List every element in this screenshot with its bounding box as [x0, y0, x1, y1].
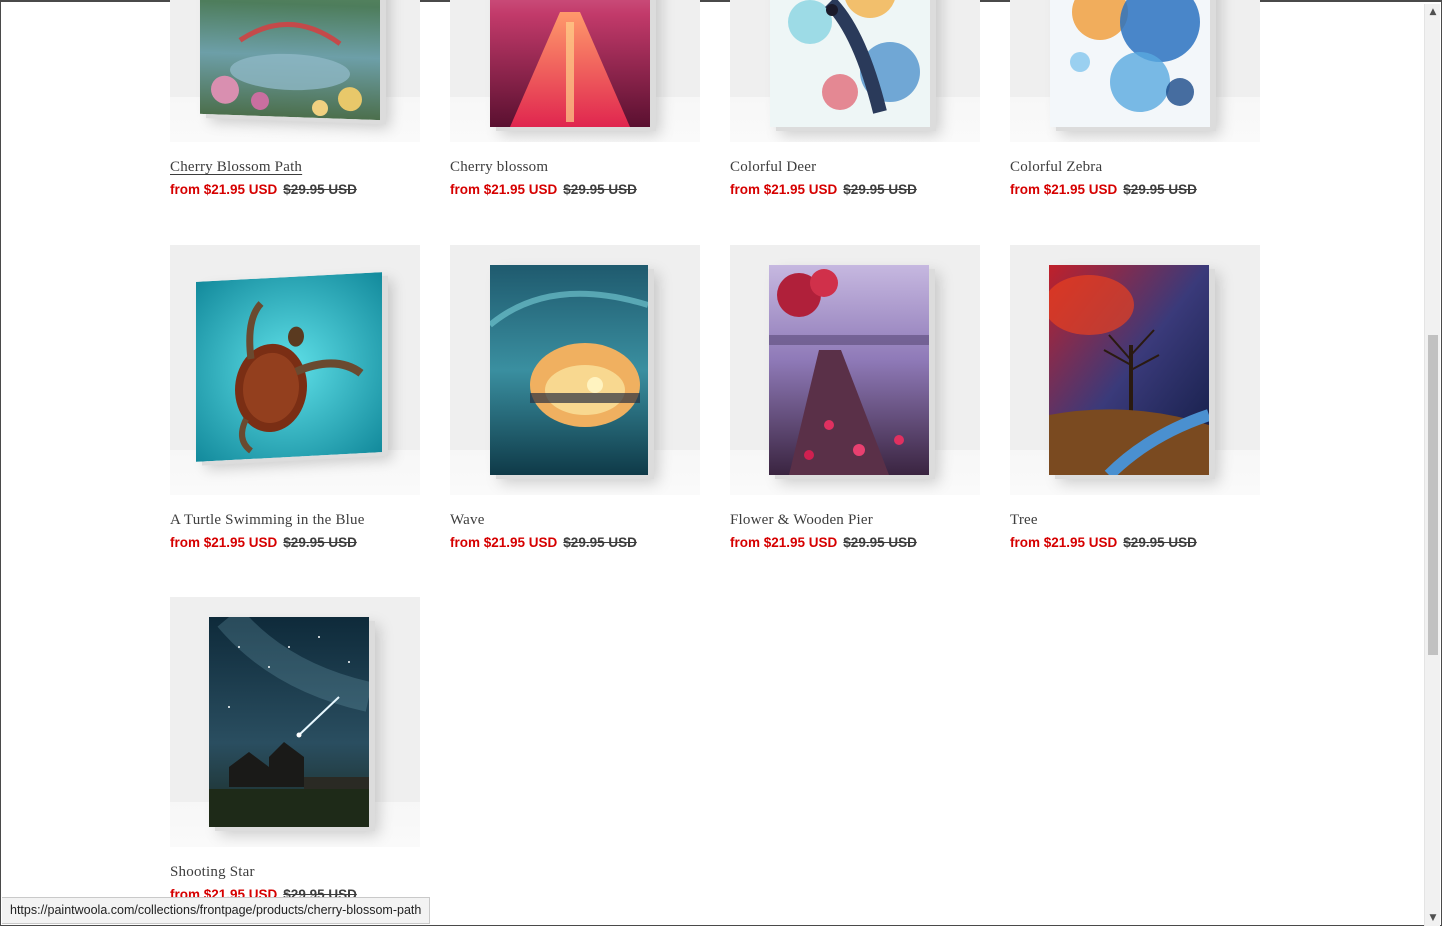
product-card[interactable]: Shooting Star from $21.95 USD $29.95 USD — [170, 597, 420, 902]
product-title[interactable]: Tree — [1010, 512, 1038, 529]
link-status-bar: https://paintwoola.com/collections/front… — [2, 897, 431, 924]
product-image[interactable] — [170, 245, 420, 495]
sale-price: from $21.95 USD — [450, 535, 558, 550]
scroll-down-arrow-icon[interactable]: ▼ — [1425, 910, 1441, 926]
product-card[interactable]: Colorful Zebra from $21.95 USD $29.95 USD — [1010, 0, 1260, 197]
painting-turtle — [196, 272, 382, 462]
painting-flower-wooden-pier — [769, 265, 929, 475]
product-image[interactable] — [730, 0, 980, 142]
painting-garden-bridge — [200, 0, 380, 121]
product-title[interactable]: Flower & Wooden Pier — [730, 512, 873, 529]
browser-viewport: Cherry Blossom Path from $21.95 USD $29.9… — [0, 0, 1442, 926]
sale-price: from $21.95 USD — [170, 535, 278, 550]
product-price: from $21.95 USD $29.95 USD — [170, 535, 357, 550]
sale-price: from $21.95 USD — [730, 182, 838, 197]
product-image[interactable] — [730, 245, 980, 495]
painting-cherry-blossom-canal — [490, 0, 650, 127]
product-price: from $21.95 USD $29.95 USD — [1010, 182, 1197, 197]
product-title[interactable]: Colorful Deer — [730, 159, 816, 176]
compare-at-price: $29.95 USD — [1123, 182, 1197, 197]
product-card[interactable]: A Turtle Swimming in the Blue from $21.9… — [170, 245, 420, 550]
sale-price: from $21.95 USD — [170, 182, 278, 197]
product-image[interactable] — [170, 0, 420, 142]
compare-at-price: $29.95 USD — [283, 535, 357, 550]
product-card[interactable]: Tree from $21.95 USD $29.95 USD — [1010, 245, 1260, 550]
product-card[interactable]: Colorful Deer from $21.95 USD $29.95 USD — [730, 0, 980, 197]
sale-price: from $21.95 USD — [1010, 182, 1118, 197]
product-image[interactable] — [1010, 0, 1260, 142]
product-price: from $21.95 USD $29.95 USD — [730, 182, 917, 197]
product-price: from $21.95 USD $29.95 USD — [450, 535, 637, 550]
product-title[interactable]: Cherry Blossom Path — [170, 159, 302, 176]
product-price: from $21.95 USD $29.95 USD — [1010, 535, 1197, 550]
sale-price: from $21.95 USD — [1010, 535, 1118, 550]
compare-at-price: $29.95 USD — [1123, 535, 1197, 550]
painting-red-tree — [1049, 265, 1209, 475]
product-title[interactable]: Wave — [450, 512, 485, 529]
product-price: from $21.95 USD $29.95 USD — [450, 182, 637, 197]
product-price: from $21.95 USD $29.95 USD — [170, 182, 357, 197]
vertical-scrollbar[interactable]: ▲ ▼ — [1424, 4, 1440, 926]
product-image[interactable] — [450, 0, 700, 142]
product-image[interactable] — [1010, 245, 1260, 495]
compare-at-price: $29.95 USD — [843, 182, 917, 197]
sale-price: from $21.95 USD — [450, 182, 558, 197]
compare-at-price: $29.95 USD — [843, 535, 917, 550]
painting-colorful-deer — [770, 0, 930, 127]
product-title[interactable]: Shooting Star — [170, 864, 255, 881]
product-card[interactable]: Cherry Blossom Path from $21.95 USD $29.9… — [170, 0, 420, 197]
scrollbar-thumb[interactable] — [1428, 335, 1438, 655]
product-title[interactable]: A Turtle Swimming in the Blue — [170, 512, 365, 529]
product-card[interactable]: Cherry blossom from $21.95 USD $29.95 USD — [450, 0, 700, 197]
painting-shooting-star — [209, 617, 369, 827]
sale-price: from $21.95 USD — [730, 535, 838, 550]
compare-at-price: $29.95 USD — [563, 182, 637, 197]
compare-at-price: $29.95 USD — [563, 535, 637, 550]
product-image[interactable] — [170, 597, 420, 847]
product-title[interactable]: Colorful Zebra — [1010, 159, 1102, 176]
painting-wave-sunset — [490, 265, 648, 475]
product-image[interactable] — [450, 245, 700, 495]
product-card[interactable]: Flower & Wooden Pier from $21.95 USD $29.… — [730, 245, 980, 550]
compare-at-price: $29.95 USD — [283, 182, 357, 197]
scroll-up-arrow-icon[interactable]: ▲ — [1425, 4, 1441, 20]
product-price: from $21.95 USD $29.95 USD — [730, 535, 917, 550]
product-title[interactable]: Cherry blossom — [450, 159, 548, 176]
painting-colorful-zebra — [1050, 0, 1210, 127]
product-card[interactable]: Wave from $21.95 USD $29.95 USD — [450, 245, 700, 550]
